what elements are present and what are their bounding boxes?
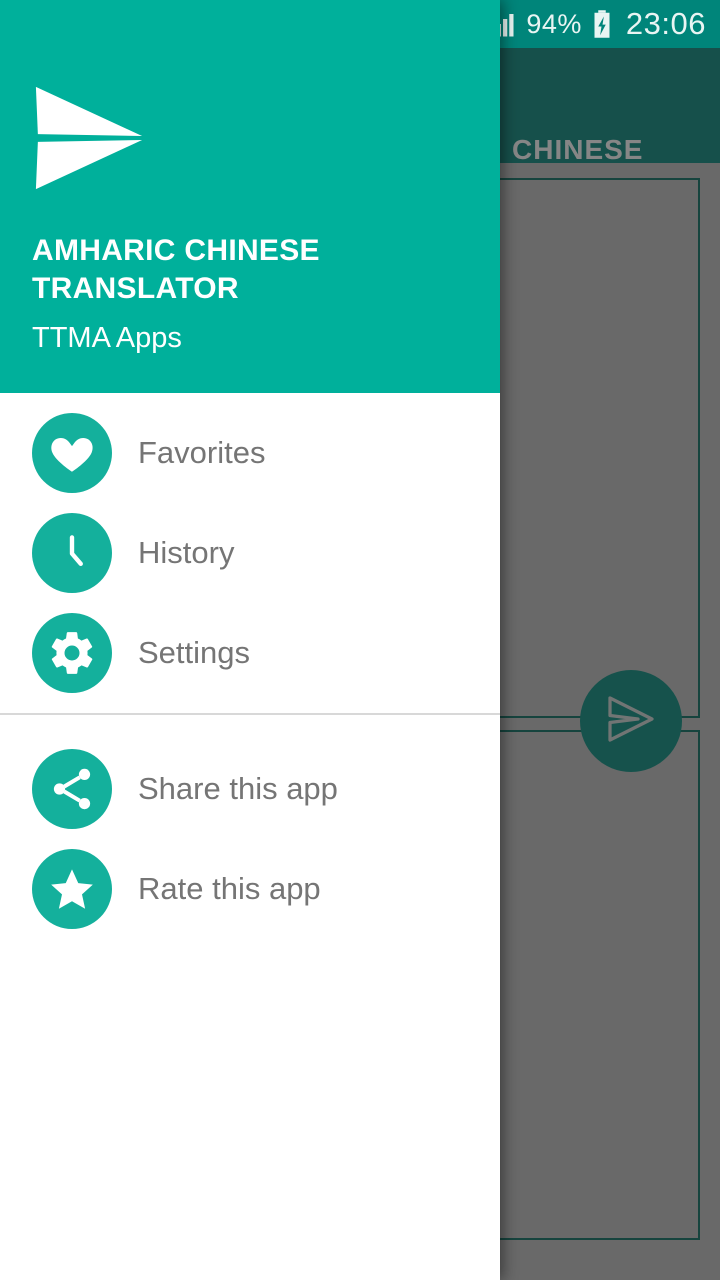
gear-icon [32,613,112,693]
navigation-drawer: AMHARIC CHINESE TRANSLATOR TTMA Apps Fav… [0,0,500,1280]
drawer-item-label: Rate this app [138,871,321,906]
drawer-divider [0,713,500,715]
battery-charging-icon [591,9,613,39]
drawer-item-history[interactable]: History [0,503,500,603]
drawer-item-settings[interactable]: Settings [0,603,500,703]
drawer-item-share[interactable]: Share this app [0,739,500,839]
status-bar-clock: 23:06 [625,6,706,41]
send-logo-icon [30,82,148,194]
share-icon [32,749,112,829]
drawer-app-subtitle: TTMA Apps [32,322,182,354]
drawer-app-title: AMHARIC CHINESE TRANSLATOR [32,234,320,305]
drawer-item-favorites[interactable]: Favorites [0,403,500,503]
drawer-item-rate[interactable]: Rate this app [0,839,500,939]
drawer-header: AMHARIC CHINESE TRANSLATOR TTMA Apps [0,0,500,393]
star-icon [32,849,112,929]
drawer-primary-menu: Favorites History Settings [0,393,500,703]
battery-percent-label: 94% [526,8,582,39]
heart-icon [32,413,112,493]
drawer-secondary-menu: Share this app Rate this app [0,729,500,939]
drawer-item-label: Favorites [138,435,266,470]
drawer-item-label: History [138,535,235,570]
clock-icon [32,513,112,593]
drawer-item-label: Settings [138,635,251,670]
drawer-item-label: Share this app [138,771,338,806]
app-screen: CHINESE [0,0,720,1280]
